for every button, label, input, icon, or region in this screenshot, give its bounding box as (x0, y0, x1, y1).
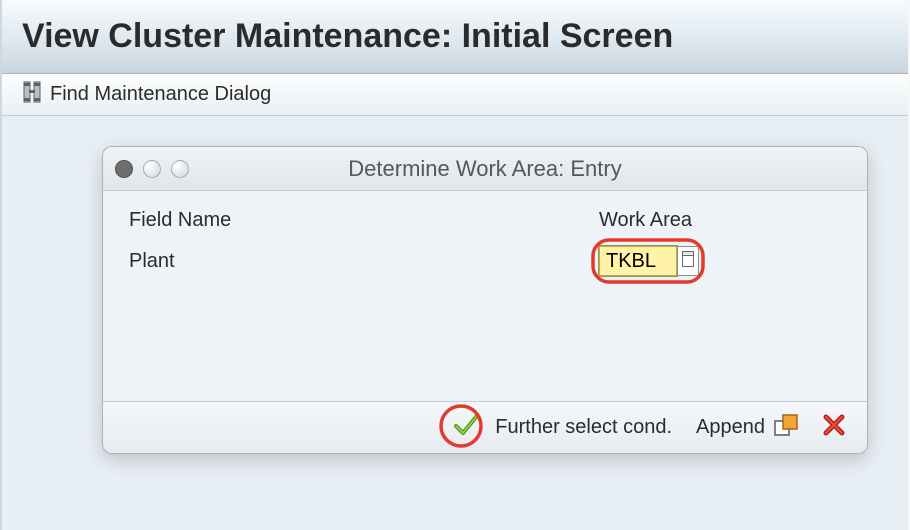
dialog-titlebar: Determine Work Area: Entry (103, 147, 867, 191)
title-bar: View Cluster Maintenance: Initial Screen (2, 0, 908, 74)
further-select-cond-label: Further select cond. (495, 416, 672, 439)
append-label: Append (696, 416, 765, 439)
value-cell-plant (599, 246, 699, 276)
content-area: Determine Work Area: Entry Field Name Wo… (2, 116, 908, 530)
overlap-squares-icon (773, 413, 799, 443)
cancel-button[interactable] (819, 412, 849, 444)
window-close-button[interactable] (115, 160, 133, 178)
page-icon (682, 250, 694, 273)
main-window: View Cluster Maintenance: Initial Screen… (0, 0, 908, 530)
dialog-body: Field Name Work Area Plant (103, 191, 867, 401)
footer-left-group: Further select cond. (449, 410, 676, 446)
find-icon (20, 80, 44, 109)
append-button[interactable]: Append (692, 411, 803, 445)
further-select-cond-button[interactable]: Further select cond. (491, 414, 676, 441)
page-title: View Cluster Maintenance: Initial Screen (22, 17, 673, 56)
value-help-button[interactable] (677, 246, 699, 276)
confirm-button[interactable] (449, 410, 483, 446)
field-label-plant: Plant (129, 250, 599, 273)
cancel-x-icon (823, 414, 845, 442)
header-work-area: Work Area (599, 209, 841, 232)
criteria-row: Plant (129, 246, 841, 276)
header-field-name: Field Name (129, 209, 599, 232)
window-controls (115, 160, 189, 178)
column-headers: Field Name Work Area (129, 209, 841, 232)
window-maximize-button[interactable] (171, 160, 189, 178)
find-maintenance-dialog-label: Find Maintenance Dialog (50, 83, 271, 106)
plant-work-area-input[interactable] (599, 246, 677, 276)
work-area-dialog: Determine Work Area: Entry Field Name Wo… (102, 146, 868, 454)
dialog-footer: Further select cond. Append (103, 401, 867, 453)
application-toolbar: Find Maintenance Dialog (2, 74, 908, 116)
checkmark-icon (453, 412, 479, 444)
find-maintenance-dialog-button[interactable]: Find Maintenance Dialog (14, 78, 277, 111)
dialog-title: Determine Work Area: Entry (103, 156, 867, 182)
window-minimize-button[interactable] (143, 160, 161, 178)
